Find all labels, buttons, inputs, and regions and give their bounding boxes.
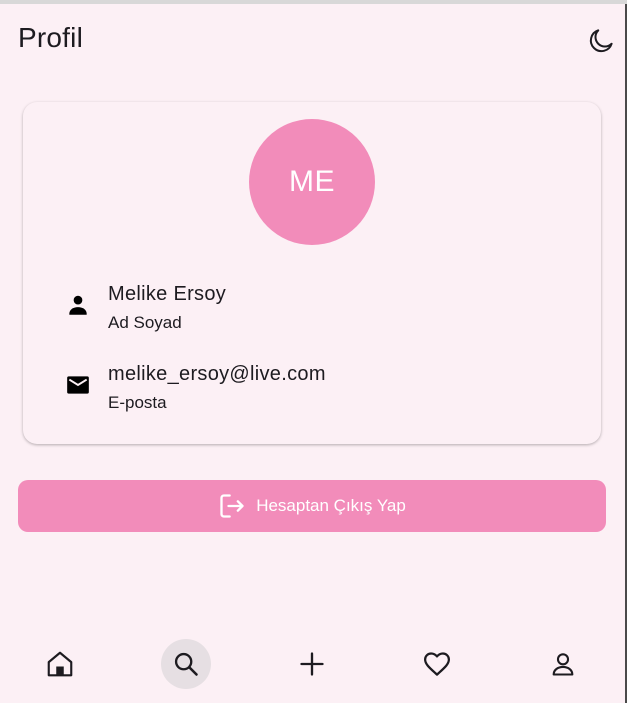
nav-profile[interactable] [538,639,588,689]
logout-label: Hesaptan Çıkış Yap [256,496,406,515]
nav-favorites[interactable] [412,639,462,689]
moon-icon [589,29,613,53]
logout-icon [218,492,246,520]
heart-icon [424,652,450,676]
nav-home[interactable] [35,639,85,689]
profile-email-label: E-posta [108,393,167,412]
bottom-nav [0,630,625,700]
mail-icon [63,370,93,400]
logout-button[interactable]: Hesaptan Çıkış Yap [18,480,606,532]
top-divider [0,0,627,4]
profile-screen: Profil ME Melike Ersoy Ad Soyad melike_e… [0,0,627,703]
search-icon [174,652,198,676]
profile-card: ME Melike Ersoy Ad Soyad melike_ersoy@li… [23,102,601,444]
person-icon [63,290,93,320]
profile-name: Melike Ersoy [108,283,227,305]
add-icon [300,652,324,676]
nav-search[interactable] [161,639,211,689]
avatar: ME [249,119,375,245]
page-title: Profil [18,22,83,53]
profile-name-label: Ad Soyad [108,313,182,332]
nav-add[interactable] [287,639,337,689]
home-icon [47,651,73,677]
profile-icon [552,653,574,676]
avatar-initials: ME [289,165,335,198]
profile-email: melike_ersoy@live.com [108,363,326,385]
theme-toggle-button[interactable] [584,24,618,58]
